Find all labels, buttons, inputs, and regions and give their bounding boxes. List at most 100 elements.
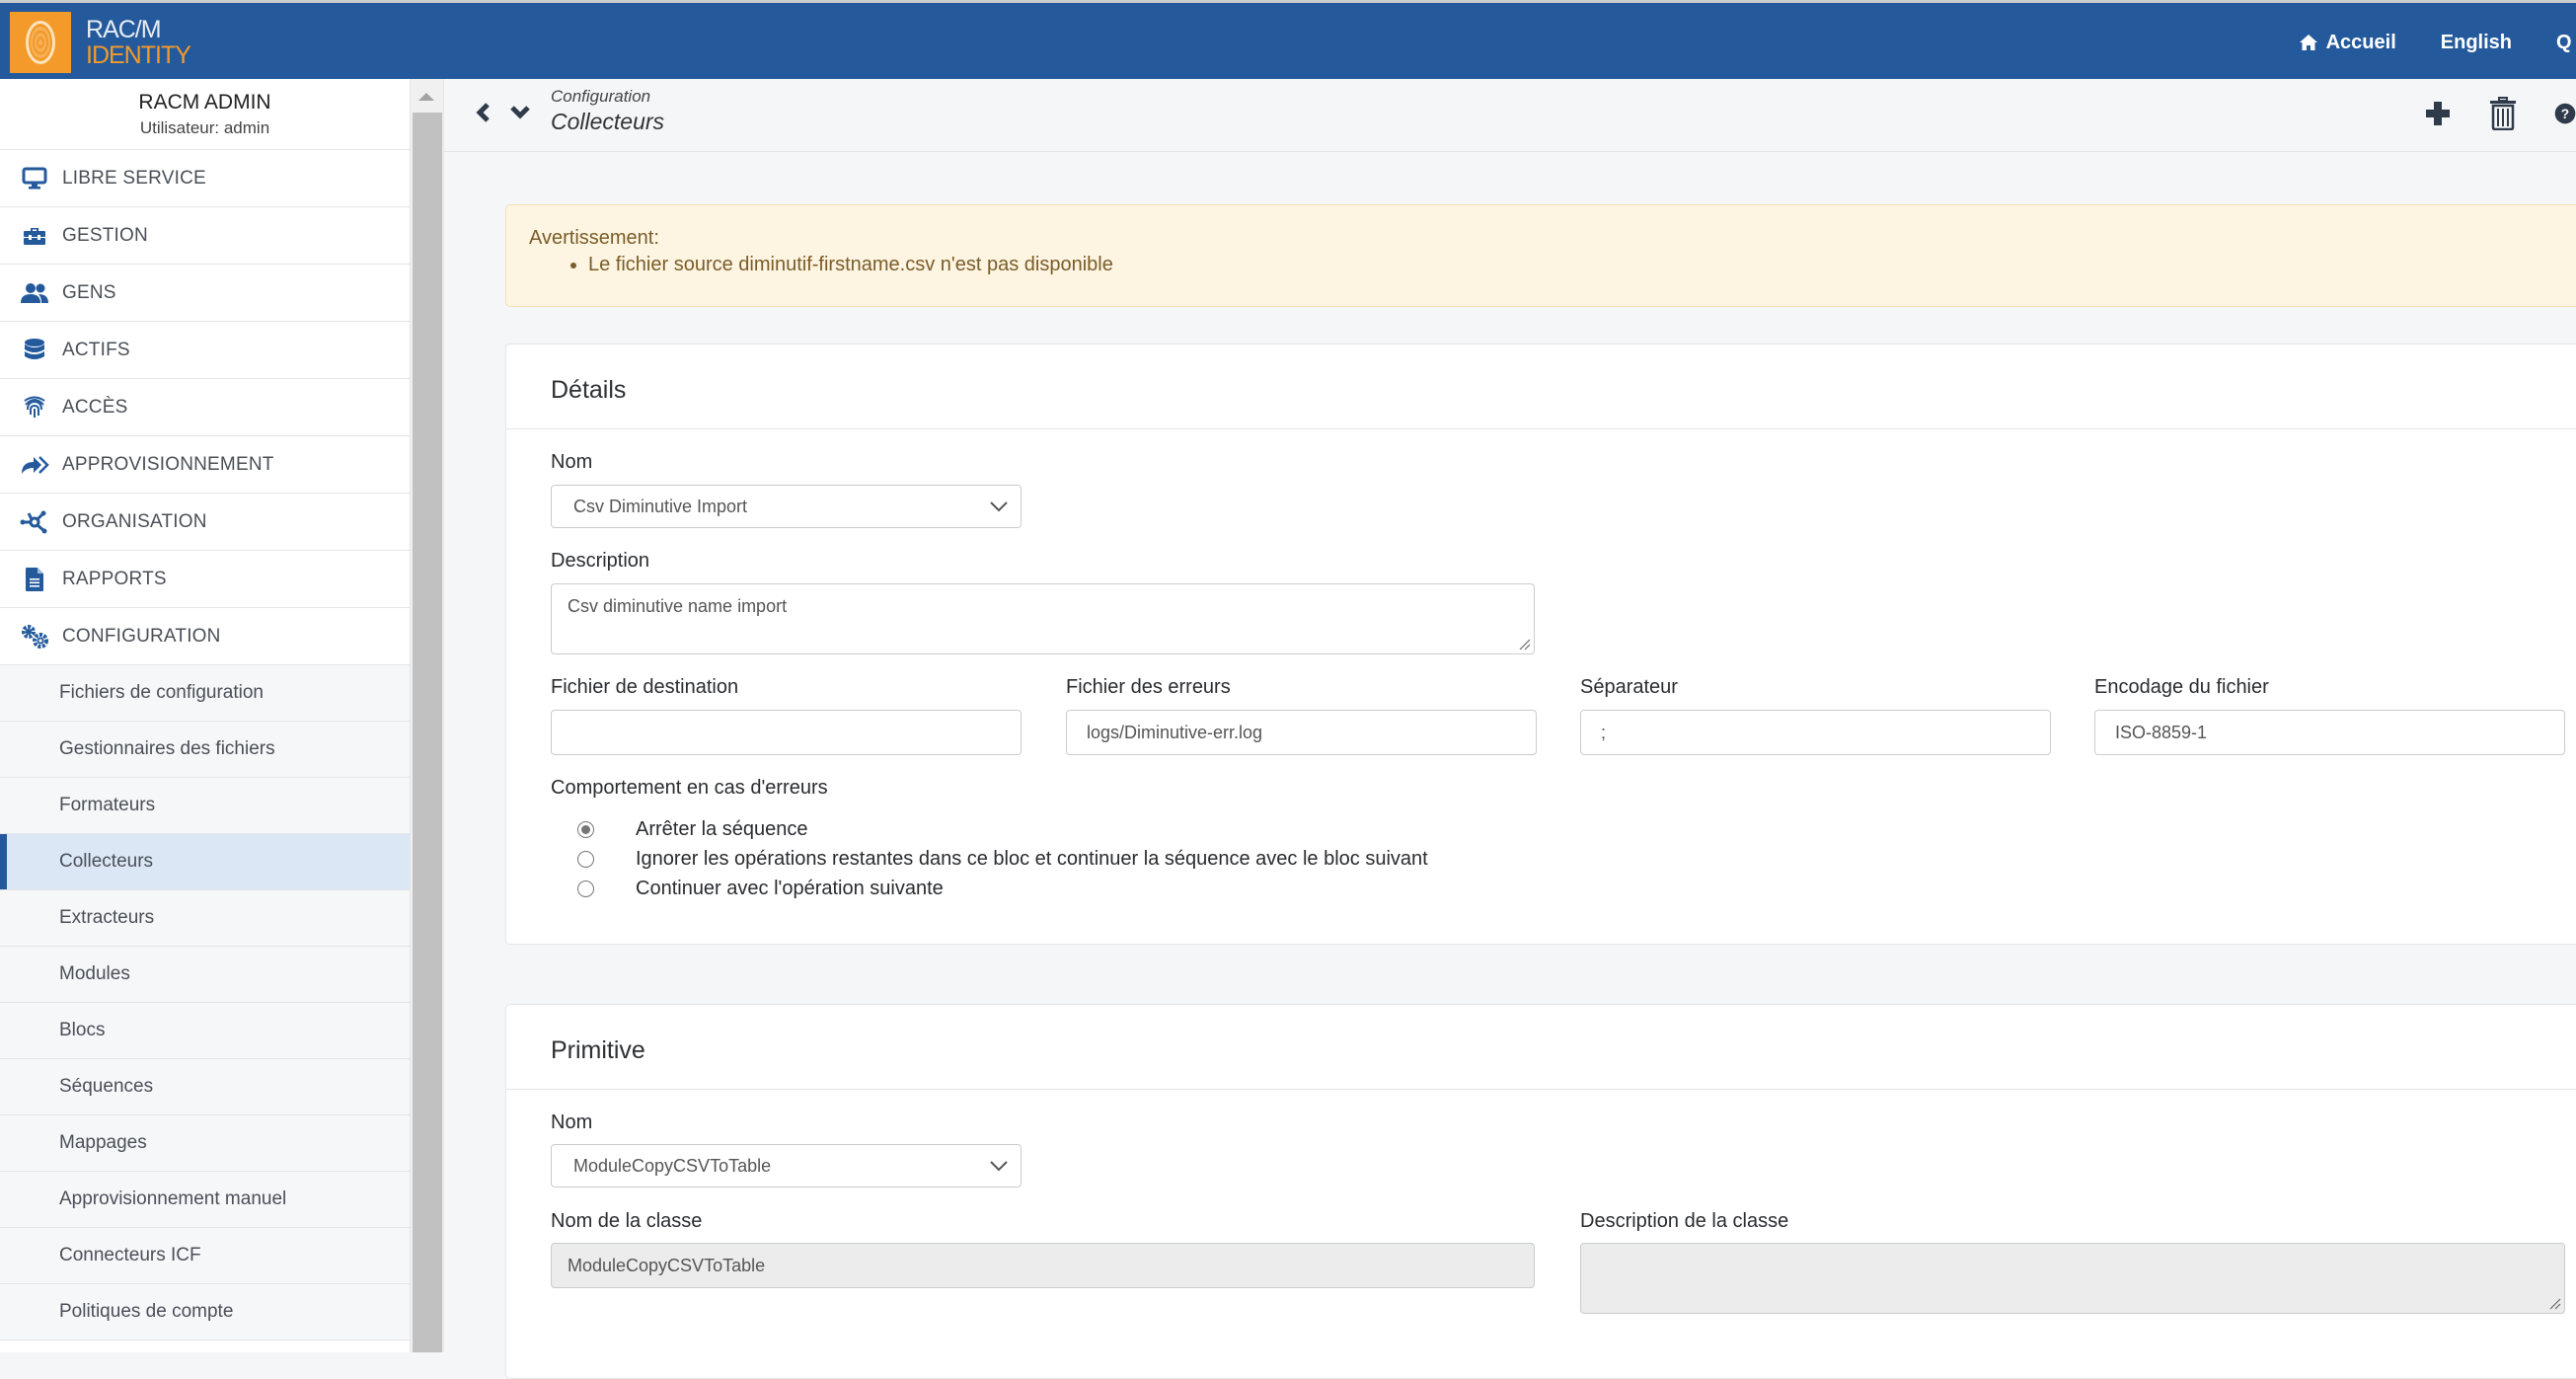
error-behavior-label: Comportement en cas d'erreurs <box>551 777 828 799</box>
resize-handle-icon[interactable] <box>1519 639 1531 651</box>
sidebar-item-configuration[interactable]: CONFIGURATION <box>0 608 410 665</box>
sidebar-subitem-collecteurs[interactable]: Collecteurs <box>0 834 410 890</box>
errors-file-label: Fichier des erreurs <box>1066 676 1231 698</box>
separator-input[interactable]: ; <box>1580 710 2051 755</box>
scrollbar-thumb[interactable] <box>413 113 442 1352</box>
sidebar-scrollbar[interactable] <box>411 79 444 1352</box>
radio-button[interactable] <box>577 851 594 868</box>
nom-select[interactable]: Csv Diminutive Import <box>551 485 1022 528</box>
plus-icon <box>2426 102 2450 125</box>
sidebar-subitem-sequences[interactable]: Séquences <box>0 1059 410 1115</box>
chevron-down-icon <box>990 1161 1008 1172</box>
sidebar: RACM ADMIN Utilisateur: admin LIBRE SERV… <box>0 79 411 1352</box>
chevron-down-icon <box>990 501 1008 512</box>
nom-select-value: Csv Diminutive Import <box>573 496 748 516</box>
sidebar-subitem-label: Extracteurs <box>59 907 155 928</box>
scroll-up-arrow-icon[interactable] <box>418 93 434 101</box>
sidebar-item-gestion[interactable]: GESTION <box>0 207 410 265</box>
logo-line2: IDENTITY <box>86 41 191 69</box>
expand-button[interactable] <box>509 99 531 131</box>
sidebar-item-approvisionnement[interactable]: APPROVISIONNEMENT <box>0 436 410 494</box>
sidebar-item-acces[interactable]: ACCÈS <box>0 379 410 436</box>
dest-file-input[interactable] <box>551 710 1022 755</box>
warning-alert: Avertissement: Le fichier source diminut… <box>505 204 2576 307</box>
sidebar-subitem-label: Fichiers de configuration <box>59 682 264 703</box>
toolbox-icon <box>20 221 49 251</box>
top-bar: RAC/M IDENTITY Accueil English Q <box>0 0 2576 79</box>
help-circle-icon: ? <box>2554 103 2576 124</box>
sidebar-subitem-fichiers-configuration[interactable]: Fichiers de configuration <box>0 665 410 722</box>
primitive-nom-select[interactable]: ModuleCopyCSVToTable <box>551 1144 1022 1187</box>
class-name-value: ModuleCopyCSVToTable <box>568 1255 766 1275</box>
top-nav: Accueil English Q <box>2254 3 2576 82</box>
sidebar-subitem-gestionnaires-fichiers[interactable]: Gestionnaires des fichiers <box>0 722 410 778</box>
nav-quit-label: Q <box>2556 31 2572 53</box>
page-title: Collecteurs <box>551 109 665 134</box>
chevron-left-icon <box>476 103 490 122</box>
nav-accueil[interactable]: Accueil <box>2299 32 2396 54</box>
file-text-icon <box>20 565 49 594</box>
nav-accueil-label: Accueil <box>2325 31 2396 53</box>
back-button[interactable] <box>474 99 492 131</box>
errors-file-value: logs/Diminutive-err.log <box>1087 722 1263 742</box>
sidebar-item-label: APPROVISIONNEMENT <box>62 453 274 475</box>
sidebar-item-libre-service[interactable]: LIBRE SERVICE <box>0 150 410 207</box>
radio-skip-block[interactable]: Ignorer les opérations restantes dans ce… <box>577 848 1428 871</box>
logo[interactable]: RAC/M IDENTITY <box>10 11 191 74</box>
sidebar-item-actifs[interactable]: ACTIFS <box>0 322 410 379</box>
sidebar-subitem-label: Approvisionnement manuel <box>59 1188 287 1209</box>
user-box: RACM ADMIN Utilisateur: admin <box>0 79 410 150</box>
sidebar-item-gens[interactable]: GENS <box>0 265 410 322</box>
radio-button[interactable] <box>577 821 594 838</box>
errors-file-input[interactable]: logs/Diminutive-err.log <box>1066 710 1537 755</box>
add-button[interactable] <box>2424 100 2452 127</box>
toolbar-actions: ? <box>2387 97 2576 130</box>
radio-label: Continuer avec l'opération suivante <box>636 878 944 899</box>
alert-title: Avertissement: <box>529 227 659 249</box>
breadcrumb: Configuration Collecteurs <box>551 87 664 135</box>
breadcrumb-parent[interactable]: Configuration <box>551 87 664 107</box>
sidebar-subitem-label: Formateurs <box>59 795 156 815</box>
user-name: RACM ADMIN <box>138 91 271 114</box>
class-name-input: ModuleCopyCSVToTable <box>551 1243 1535 1288</box>
radio-label: Arrêter la séquence <box>636 818 808 840</box>
cogs-icon <box>20 622 49 651</box>
class-description-textarea <box>1580 1243 2565 1314</box>
sidebar-item-rapports[interactable]: RAPPORTS <box>0 551 410 608</box>
sidebar-subitem-modules[interactable]: Modules <box>0 947 410 1003</box>
class-description-label: Description de la classe <box>1580 1210 1789 1232</box>
sidebar-subitem-label: Blocs <box>59 1020 106 1040</box>
sidebar-item-label: RAPPORTS <box>62 568 167 589</box>
description-textarea[interactable]: Csv diminutive name import <box>551 583 1535 654</box>
sidebar-subitem-blocs[interactable]: Blocs <box>0 1003 410 1059</box>
description-label: Description <box>551 550 650 572</box>
sidebar-subitem-label: Séquences <box>59 1076 154 1097</box>
resize-handle-icon[interactable] <box>2549 1298 2561 1310</box>
sidebar-subitem-extracteurs[interactable]: Extracteurs <box>0 890 410 947</box>
delete-button[interactable] <box>2489 97 2517 130</box>
home-icon <box>2299 35 2317 50</box>
radio-label: Ignorer les opérations restantes dans ce… <box>636 848 1428 870</box>
sidebar-subitem-mappages[interactable]: Mappages <box>0 1115 410 1172</box>
encoding-input[interactable]: ISO-8859-1 <box>2094 710 2565 755</box>
sidebar-item-label: ACTIFS <box>62 339 130 360</box>
sidebar-subitem-label: Modules <box>59 963 130 984</box>
radio-stop-sequence[interactable]: Arrêter la séquence <box>577 818 808 841</box>
separator-label: Séparateur <box>1580 676 1678 698</box>
details-title: Détails <box>506 345 2576 429</box>
separator-value: ; <box>1601 722 1607 742</box>
sidebar-subitem-politiques-compte[interactable]: Politiques de compte <box>0 1284 410 1341</box>
sidebar-subitem-connecteurs-icf[interactable]: Connecteurs ICF <box>0 1228 410 1284</box>
primitive-card: Primitive Nom ModuleCopyCSVToTable Nom d… <box>505 1004 2576 1379</box>
radio-continue-next[interactable]: Continuer avec l'opération suivante <box>577 878 944 900</box>
sidebar-subitem-formateurs[interactable]: Formateurs <box>0 778 410 834</box>
description-value: Csv diminutive name import <box>568 596 788 616</box>
sidebar-subitem-label: Collecteurs <box>59 851 154 872</box>
nav-language[interactable]: English <box>2441 32 2512 54</box>
fingerprint-icon <box>20 393 49 422</box>
help-button[interactable]: ? <box>2554 98 2576 129</box>
radio-button[interactable] <box>577 881 594 897</box>
sidebar-subitem-approvisionnement-manuel[interactable]: Approvisionnement manuel <box>0 1172 410 1228</box>
sidebar-item-organisation[interactable]: ORGANISATION <box>0 494 410 551</box>
nav-quit[interactable]: Q <box>2556 32 2576 54</box>
